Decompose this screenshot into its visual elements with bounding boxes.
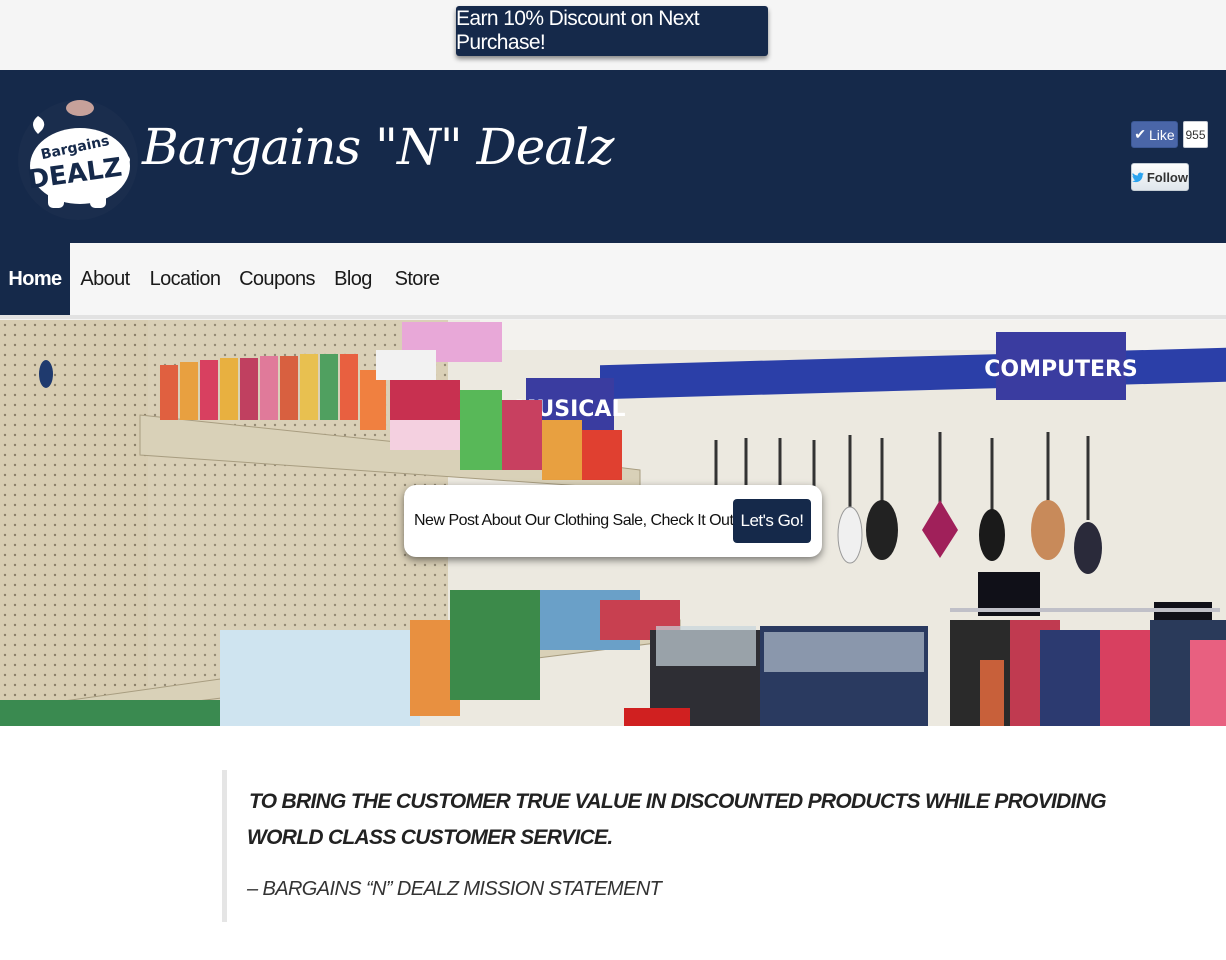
piggy-bank-logo[interactable]: Bargains DEALZ	[18, 78, 138, 238]
promo-bar: Earn 10% Discount on Next Purchase!	[0, 0, 1226, 70]
facebook-like-button[interactable]: ✔ Like	[1131, 121, 1178, 148]
computers-sign-text: COMPUTERS	[984, 357, 1138, 382]
mission-line-1: TO BRING THE CUSTOMER TRUE VALUE IN DISC…	[249, 790, 1107, 813]
twitter-bird-icon	[1132, 172, 1144, 182]
like-count: 955	[1183, 121, 1208, 148]
nav-item-blog[interactable]: Blog	[330, 243, 376, 315]
canned-drinks	[160, 354, 386, 430]
callout-text: New Post About Our Clothing Sale, Check …	[414, 512, 738, 529]
main-nav: Home About Location Coupons Blog Store	[0, 243, 1226, 319]
discount-promo-button[interactable]: Earn 10% Discount on Next Purchase!	[456, 6, 768, 56]
mission-line-2: WORLD CLASS CUSTOMER SERVICE.	[247, 826, 613, 849]
twitter-follow-button[interactable]: Follow	[1131, 163, 1189, 191]
mission-quote: TO BRING THE CUSTOMER TRUE VALUE IN DISC…	[222, 770, 1107, 922]
blog-post-callout: New Post About Our Clothing Sale, Check …	[404, 485, 822, 557]
nav-item-store[interactable]: Store	[390, 243, 444, 315]
mission-citation: – BARGAINS “N” DEALZ MISSION STATEMENT	[247, 878, 662, 900]
site-header: Bargains DEALZ Bargains "N" Dealz ✔ Like…	[0, 70, 1226, 243]
nav-item-home[interactable]: Home	[0, 243, 70, 315]
site-title[interactable]: Bargains "N" Dealz	[142, 118, 614, 176]
follow-label: Follow	[1146, 169, 1188, 185]
nav-item-location[interactable]: Location	[145, 243, 225, 315]
nav-item-coupons[interactable]: Coupons	[237, 243, 317, 315]
nav-item-about[interactable]: About	[70, 243, 140, 315]
checkmark-icon: ✔	[1134, 126, 1147, 142]
like-label: Like	[1149, 126, 1175, 143]
mission-section: TO BRING THE CUSTOMER TRUE VALUE IN DISC…	[0, 726, 1226, 960]
lets-go-button[interactable]: Let's Go!	[733, 499, 811, 543]
